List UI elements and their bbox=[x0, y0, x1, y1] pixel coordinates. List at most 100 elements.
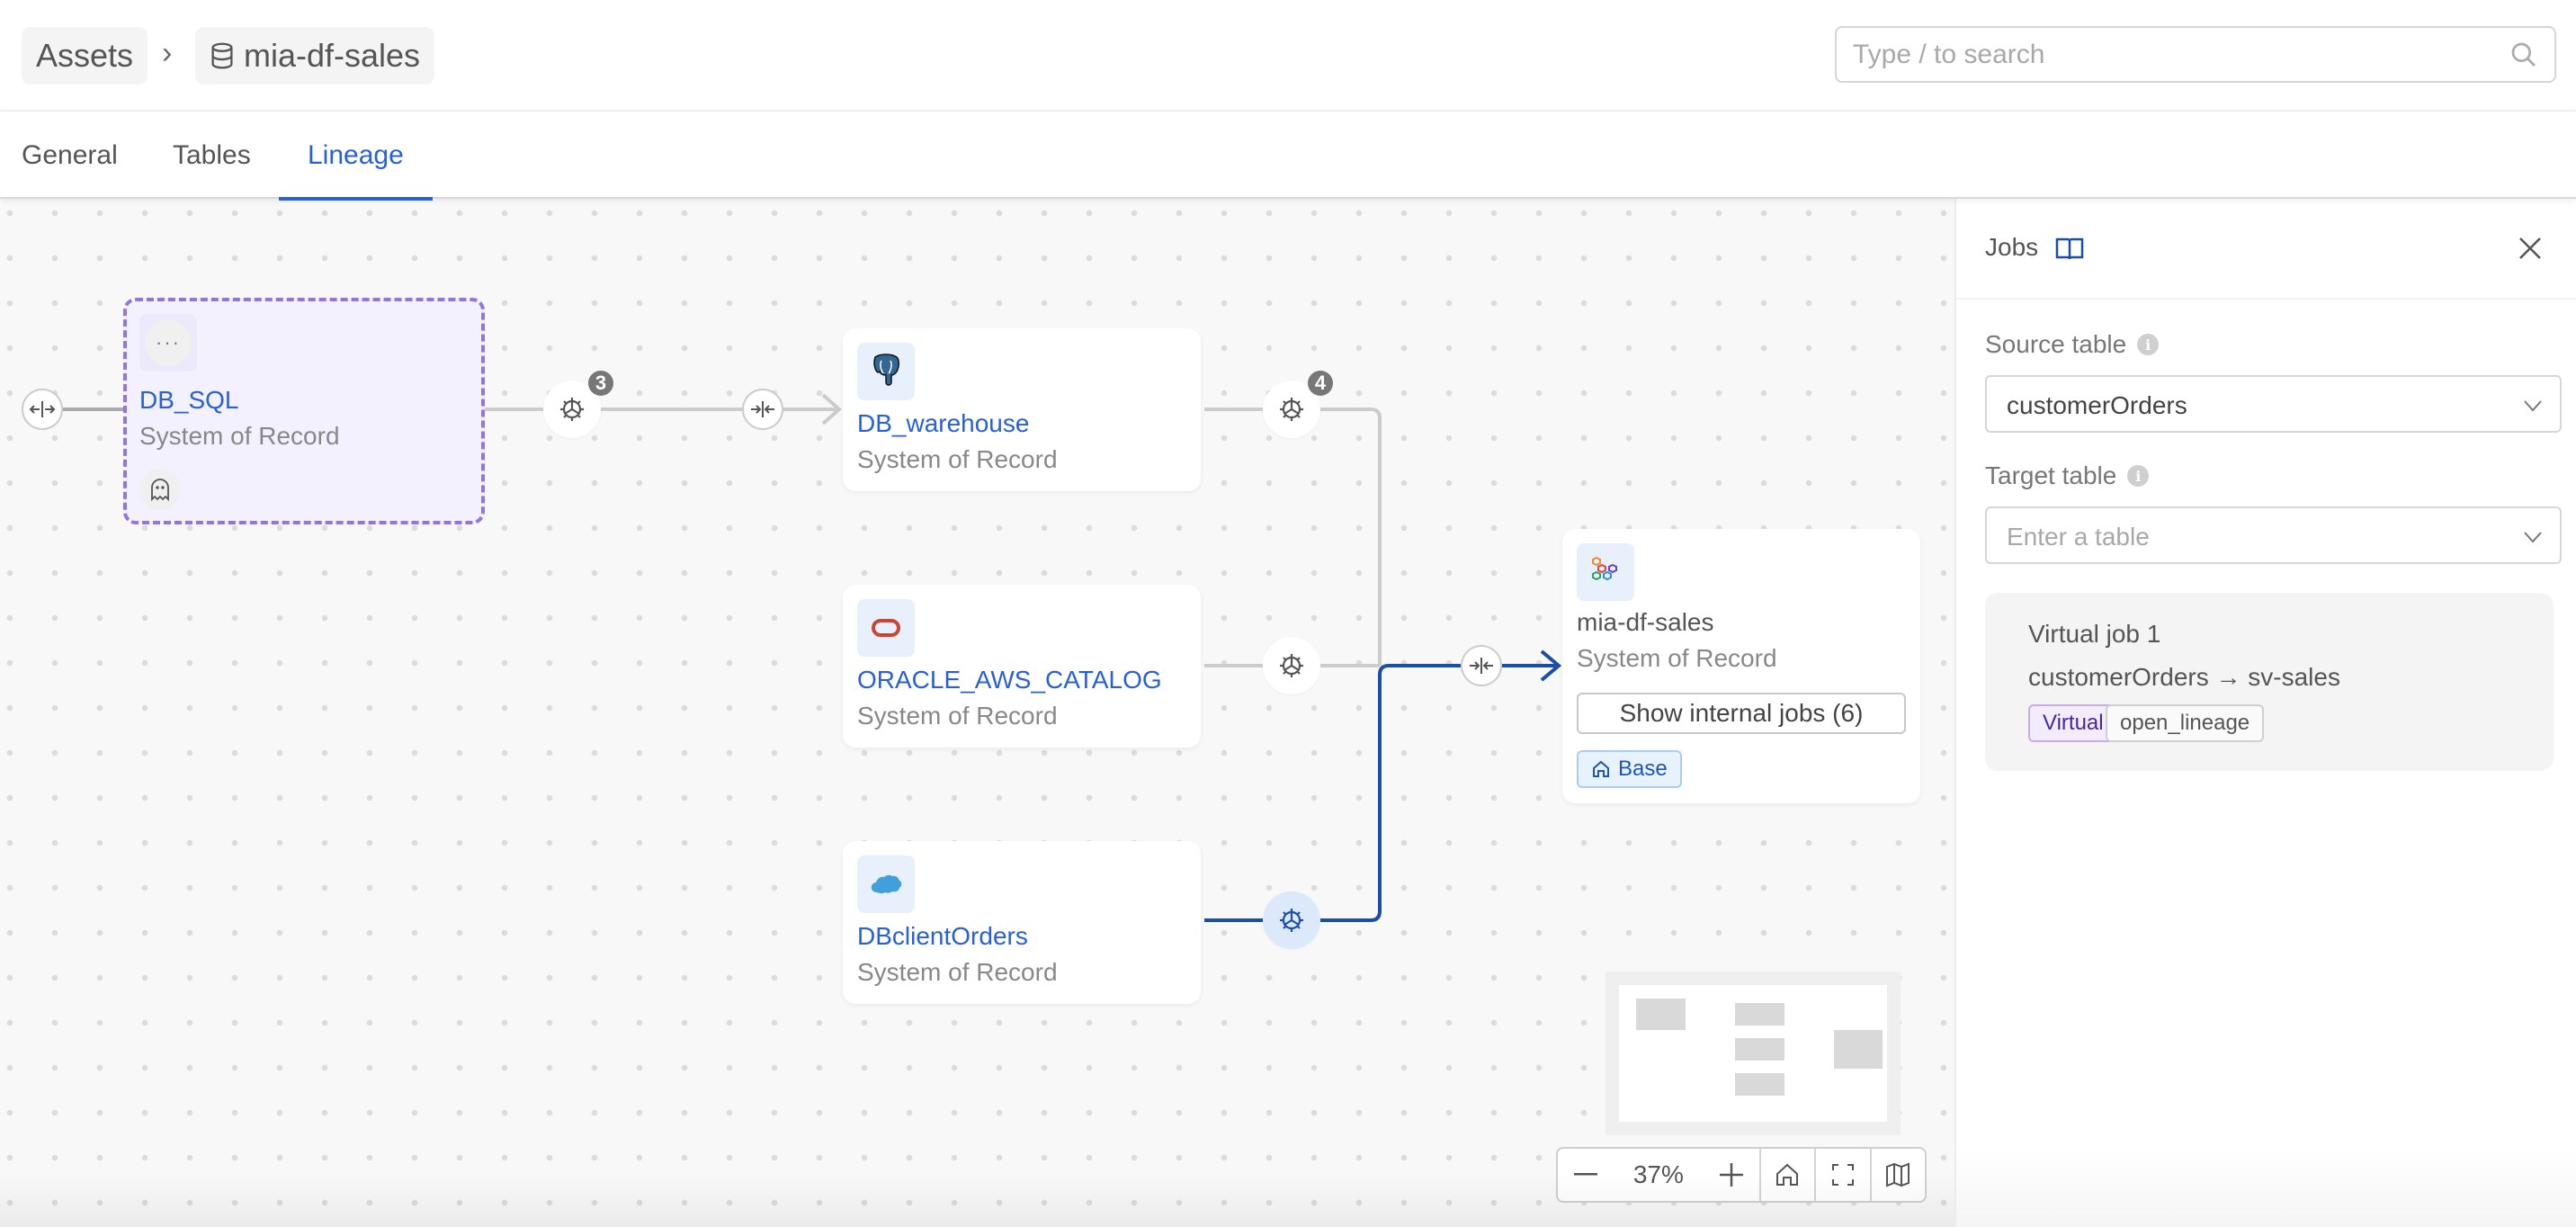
gear-icon bbox=[560, 398, 584, 421]
chevron-down-icon bbox=[2524, 532, 2542, 543]
node-mia-df-sales[interactable]: mia-df-sales System of Record Show inter… bbox=[1562, 529, 1920, 803]
minimap-node bbox=[1735, 1003, 1784, 1025]
node-db-sql[interactable]: ··· DB_SQL System of Record bbox=[123, 298, 485, 524]
collapse-horizontal-icon bbox=[1470, 658, 1493, 674]
job-tag-source: open_lineage bbox=[2106, 704, 2265, 742]
target-table-label-text: Target table bbox=[1985, 461, 2117, 489]
tab-lineage[interactable]: Lineage bbox=[279, 112, 433, 201]
info-icon[interactable]: i bbox=[2137, 334, 2160, 355]
home-icon bbox=[1776, 1163, 1799, 1186]
search-box[interactable] bbox=[1835, 26, 2556, 83]
zoom-in-button[interactable] bbox=[1704, 1149, 1758, 1201]
chevron-down-icon bbox=[2524, 400, 2542, 412]
expand-horizontal-icon bbox=[29, 401, 56, 417]
node-logo bbox=[857, 343, 915, 400]
salesforce-icon bbox=[871, 874, 902, 894]
database-icon bbox=[211, 42, 233, 69]
job-name: Virtual job 1 bbox=[2028, 620, 2161, 648]
node-title: mia-df-sales bbox=[1577, 608, 1714, 636]
tab-bar: General Tables Lineage bbox=[0, 112, 2576, 201]
tab-general-label: General bbox=[22, 139, 118, 170]
panel-header: Jobs bbox=[1956, 199, 2576, 300]
tab-tables-label: Tables bbox=[173, 139, 251, 170]
job-count-badge: 4 bbox=[1308, 371, 1333, 396]
minimap-viewport bbox=[1619, 985, 1887, 1122]
minimap-node bbox=[1735, 1073, 1784, 1096]
fullscreen-icon bbox=[1831, 1164, 1854, 1186]
source-table-label: Source table i bbox=[1985, 330, 2160, 359]
search-icon[interactable] bbox=[2509, 40, 2538, 69]
node-logo bbox=[1577, 543, 1634, 601]
lineage-canvas[interactable]: ··· DB_SQL System of Record 3 DB_warehou… bbox=[0, 199, 1954, 1227]
node-title[interactable]: DB_warehouse bbox=[857, 409, 1029, 438]
job-node-clientorders-target[interactable] bbox=[1263, 891, 1320, 949]
home-icon bbox=[1593, 760, 1609, 777]
show-internal-jobs-button[interactable]: Show internal jobs (6) bbox=[1577, 693, 1906, 734]
base-tag-label: Base bbox=[1618, 757, 1668, 781]
expand-upstream-button[interactable] bbox=[22, 389, 63, 430]
node-db-warehouse[interactable]: DB_warehouse System of Record bbox=[843, 328, 1201, 491]
edge-warehouse-target bbox=[1320, 408, 1382, 666]
minus-icon bbox=[1573, 1173, 1597, 1176]
source-table-value: customerOrders bbox=[2007, 391, 2187, 419]
base-tag: Base bbox=[1577, 750, 1682, 788]
node-subtitle: System of Record bbox=[1577, 644, 1777, 672]
toggle-minimap-button[interactable] bbox=[1869, 1149, 1925, 1201]
map-icon bbox=[1886, 1162, 1910, 1187]
node-subtitle: System of Record bbox=[857, 445, 1058, 473]
tab-general[interactable]: General bbox=[22, 112, 118, 199]
oracle-icon bbox=[872, 619, 900, 637]
source-table-select[interactable]: customerOrders bbox=[1985, 375, 2562, 433]
fit-home-button[interactable] bbox=[1758, 1149, 1814, 1201]
target-table-placeholder: Enter a table bbox=[2007, 523, 2150, 551]
collapse-button[interactable] bbox=[742, 389, 783, 430]
node-title[interactable]: DBclientOrders bbox=[857, 922, 1028, 951]
gear-icon bbox=[1280, 909, 1303, 932]
postgresql-icon bbox=[873, 354, 899, 386]
job-path: customerOrders → sv-sales bbox=[2028, 663, 2340, 691]
zoom-out-button[interactable] bbox=[1558, 1149, 1613, 1201]
panel-fade bbox=[1956, 1146, 2576, 1227]
info-icon[interactable]: i bbox=[2127, 465, 2150, 487]
minimap-node bbox=[1834, 1030, 1883, 1069]
breadcrumb-separator: › bbox=[162, 36, 173, 70]
more-icon: ··· bbox=[145, 319, 192, 366]
zoom-controls: 37% bbox=[1556, 1147, 1927, 1203]
node-oracle-aws-catalog[interactable]: ORACLE_AWS_CATALOG System of Record bbox=[843, 585, 1201, 748]
breadcrumb-assets-label: Assets bbox=[36, 37, 134, 74]
source-table-label-text: Source table bbox=[1985, 330, 2127, 358]
jobs-panel: Jobs Source table i customerOrders Targe… bbox=[1954, 199, 2576, 1227]
breadcrumb-assets[interactable]: Assets bbox=[22, 27, 148, 85]
panel-title: Jobs bbox=[1985, 233, 2039, 261]
fullscreen-button[interactable] bbox=[1814, 1149, 1869, 1201]
node-subtitle: System of Record bbox=[857, 702, 1058, 730]
minimap[interactable] bbox=[1606, 972, 1901, 1135]
node-dbclientorders[interactable]: DBclientOrders System of Record bbox=[843, 841, 1201, 1004]
tab-tables[interactable]: Tables bbox=[173, 112, 251, 199]
header: Assets › mia-df-sales bbox=[0, 0, 2576, 112]
job-tag-virtual: Virtual bbox=[2028, 704, 2118, 742]
collapse-horizontal-icon bbox=[751, 401, 774, 417]
dataflow-icon bbox=[1592, 556, 1617, 581]
gear-icon bbox=[1280, 654, 1303, 677]
close-icon[interactable] bbox=[2517, 235, 2544, 262]
node-subtitle: System of Record bbox=[139, 422, 340, 450]
zoom-level: 37% bbox=[1632, 1160, 1684, 1188]
target-table-select[interactable]: Enter a table bbox=[1985, 506, 2562, 564]
job-count-badge: 3 bbox=[588, 371, 613, 396]
job-list-item[interactable]: Virtual job 1 customerOrders → sv-sales … bbox=[1985, 593, 2554, 771]
book-icon[interactable] bbox=[2055, 237, 2084, 262]
plus-icon bbox=[1720, 1163, 1744, 1187]
node-title[interactable]: ORACLE_AWS_CATALOG bbox=[857, 666, 1162, 694]
node-subtitle: System of Record bbox=[857, 958, 1058, 986]
tab-lineage-label: Lineage bbox=[308, 139, 404, 170]
minimap-node bbox=[1735, 1038, 1784, 1061]
ghost-icon bbox=[151, 479, 169, 501]
gear-icon bbox=[1280, 398, 1303, 421]
node-title[interactable]: DB_SQL bbox=[139, 386, 239, 415]
collapse-button[interactable] bbox=[1461, 645, 1502, 686]
edge-clientorders-target bbox=[1320, 664, 1461, 922]
search-input[interactable] bbox=[1853, 28, 2482, 81]
job-node-oracle-target[interactable] bbox=[1263, 637, 1320, 694]
target-table-label: Target table i bbox=[1985, 461, 2150, 490]
